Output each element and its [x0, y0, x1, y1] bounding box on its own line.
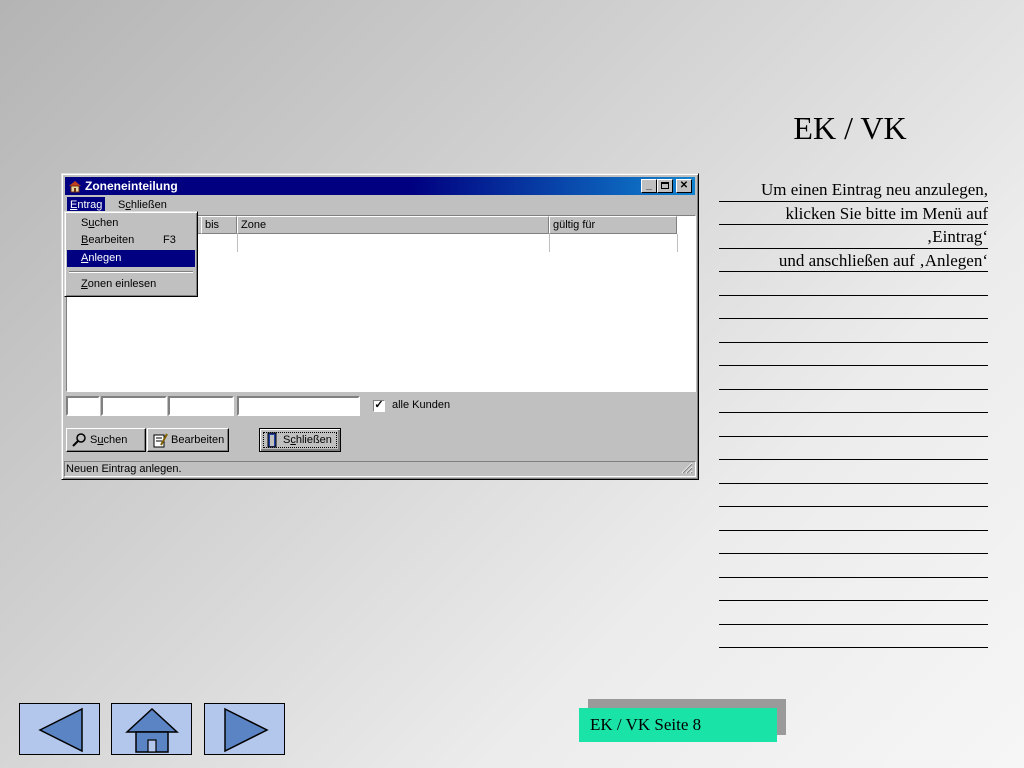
forward-button[interactable] — [204, 703, 285, 755]
edit-button[interactable]: Bearbeiten — [147, 428, 229, 452]
column-divider — [549, 234, 550, 252]
edit-icon — [153, 433, 168, 448]
status-bar: Neuen Eintrag anlegen. — [64, 461, 696, 477]
menu-item-bearbeiten[interactable]: Bearbeiten F3 — [67, 232, 195, 249]
minimize-button[interactable]: _ — [641, 179, 657, 193]
note-line — [719, 625, 988, 648]
home-icon — [125, 707, 179, 753]
note-line — [719, 413, 988, 437]
note-line — [719, 578, 988, 601]
search-icon — [72, 433, 86, 447]
note-line: ‚Eintrag‘ — [719, 225, 988, 249]
maximize-button[interactable] — [657, 179, 673, 193]
menu-separator — [69, 271, 193, 273]
note-line — [719, 507, 988, 531]
column-header-zone[interactable]: Zone — [237, 216, 549, 234]
minimize-icon: _ — [646, 180, 652, 191]
slide-title: EK / VK — [793, 110, 907, 146]
back-button[interactable] — [19, 703, 100, 755]
filter-field-bis[interactable] — [101, 396, 167, 416]
column-header-gueltig[interactable]: gültig für — [549, 216, 677, 234]
window-title: Zoneneinteilung — [85, 179, 178, 193]
note-line — [719, 296, 988, 319]
column-divider — [237, 234, 238, 252]
note-line: Um einen Eintrag neu anzulegen, — [719, 178, 988, 202]
notes-panel: Um einen Eintrag neu anzulegen, klicken … — [719, 178, 988, 648]
note-line — [719, 484, 988, 507]
column-divider — [677, 234, 678, 252]
note-line — [719, 601, 988, 625]
note-line — [719, 531, 988, 554]
close-icon: ✕ — [679, 180, 689, 191]
menu-item-suchen[interactable]: Suchen — [67, 215, 195, 232]
search-button-label: Suchen — [90, 434, 128, 446]
note-line: klicken Sie bitte im Menü auf — [719, 202, 988, 225]
note-line — [719, 460, 988, 484]
close-window-button[interactable]: ✕ — [676, 179, 692, 193]
shortcut-label: F3 — [163, 234, 176, 246]
note-line — [719, 272, 988, 296]
note-line: und anschließen auf ‚Anlegen‘ — [719, 249, 988, 272]
app-icon — [69, 181, 81, 193]
page-label: EK / VK Seite 8 — [579, 708, 777, 742]
note-line — [719, 366, 988, 390]
note-line — [719, 319, 988, 343]
menu-item-anlegen[interactable]: Anlegen — [67, 250, 195, 267]
close-button[interactable]: Schließen — [259, 428, 341, 452]
note-line — [719, 437, 988, 460]
maximize-icon — [661, 182, 669, 189]
note-line — [719, 343, 988, 366]
edit-button-label: Bearbeiten — [171, 434, 225, 446]
column-header-bis[interactable]: bis — [201, 216, 237, 234]
alle-kunden-checkbox[interactable]: ✓ — [373, 400, 385, 412]
alle-kunden-label: alle Kunden — [392, 399, 451, 411]
filter-field-von[interactable] — [66, 396, 100, 416]
left-triangle-icon — [38, 707, 83, 753]
status-text: Neuen Eintrag anlegen. — [66, 463, 182, 475]
title-bar[interactable]: Zoneneinteilung _ ✕ — [65, 177, 695, 195]
filter-field-bis2[interactable] — [168, 396, 234, 416]
checkmark-icon: ✓ — [374, 399, 384, 411]
filter-field-zone[interactable] — [237, 396, 360, 416]
note-line — [719, 554, 988, 578]
right-triangle-icon — [224, 707, 269, 753]
search-button[interactable]: Suchen — [66, 428, 146, 452]
eintrag-dropdown-menu: Suchen Bearbeiten F3 Anlegen Zonen einles… — [64, 211, 198, 297]
menu-item-zonen-einlesen[interactable]: Zonen einlesen — [67, 276, 195, 293]
note-line — [719, 390, 988, 413]
resize-grip-icon[interactable] — [681, 462, 693, 474]
home-button[interactable] — [111, 703, 192, 755]
